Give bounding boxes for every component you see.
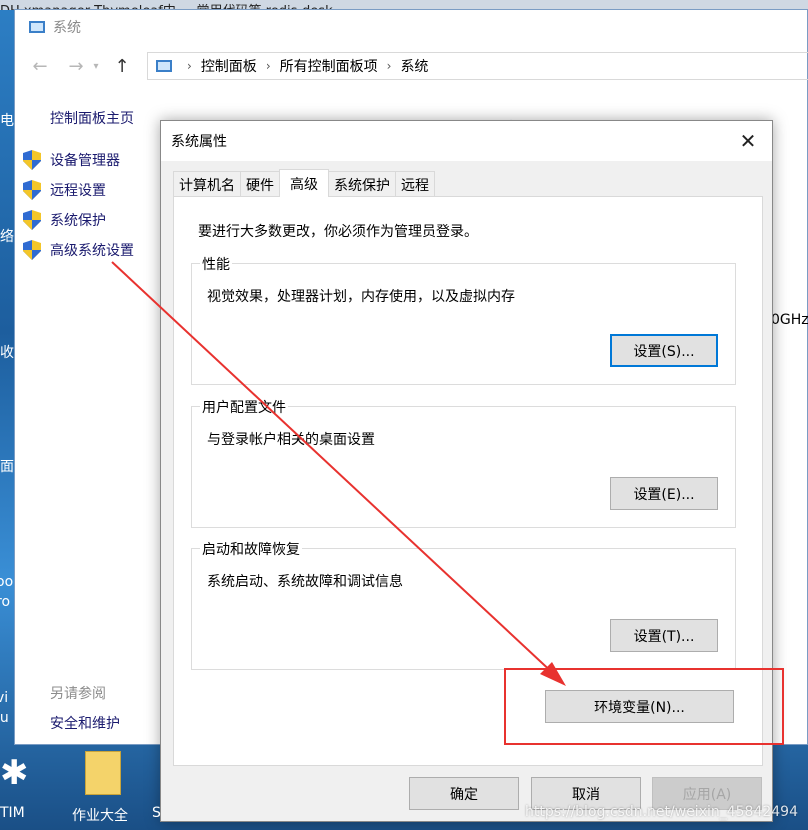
- desktop-label: 收: [0, 345, 14, 361]
- desktop-label: 制面: [0, 459, 14, 475]
- device-manager-link[interactable]: 设备管理器: [23, 150, 120, 170]
- annotation-highlight-box: [504, 668, 784, 745]
- user-profiles-group: 用户配置文件 与登录帐户相关的桌面设置 设置(E)...: [191, 397, 736, 528]
- folder-icon[interactable]: [85, 751, 121, 795]
- desktop-label: 电: [0, 113, 14, 129]
- breadcrumb-item[interactable]: 所有控制面板项: [280, 56, 378, 76]
- remote-settings-link[interactable]: 远程设置: [23, 180, 106, 200]
- shield-icon: [23, 210, 41, 230]
- tab-hardware[interactable]: 硬件: [240, 171, 280, 197]
- link-label: 远程设置: [50, 183, 106, 199]
- forward-arrow-icon[interactable]: →: [65, 56, 87, 77]
- computer-icon: [156, 60, 172, 72]
- admin-notice: 要进行大多数更改，你必须作为管理员登录。: [198, 224, 478, 240]
- security-maintenance-link[interactable]: 安全和维护: [50, 713, 120, 733]
- tab-system-protection[interactable]: 系统保护: [328, 171, 396, 197]
- cpu-speed-fragment: 0GHz: [771, 312, 808, 328]
- group-label: 性能: [200, 254, 232, 274]
- link-label: 系统保护: [50, 213, 106, 229]
- group-label: 启动和故障恢复: [200, 539, 302, 559]
- left-pane: 控制面板主页 设备管理器 远程设置 系统保护 高级系统设置 另请参阅 安全和维护: [15, 90, 165, 746]
- chevron-right-icon: ›: [386, 59, 392, 73]
- close-icon[interactable]: ✕: [736, 129, 760, 153]
- advanced-system-settings-link[interactable]: 高级系统设置: [23, 240, 134, 260]
- chevron-right-icon: ›: [187, 59, 192, 73]
- group-description: 系统启动、系统故障和调试信息: [207, 574, 403, 590]
- startup-recovery-settings-button[interactable]: 设置(T)...: [610, 619, 718, 652]
- system-window-title: 系统: [53, 19, 81, 36]
- tab-strip: 计算机名 硬件 高级 系统保护 远程: [173, 169, 435, 197]
- system-window-titlebar: 系统: [15, 10, 807, 43]
- chevron-down-icon[interactable]: ▾: [91, 61, 101, 72]
- desktop-label: vi: [0, 690, 9, 706]
- desktop-label: iu: [0, 710, 9, 726]
- tab-computer-name[interactable]: 计算机名: [173, 171, 241, 197]
- link-label: 高级系统设置: [50, 243, 134, 259]
- shield-icon: [23, 240, 41, 260]
- see-also-heading: 另请参阅: [50, 686, 106, 702]
- breadcrumb-item[interactable]: 系统: [400, 56, 428, 76]
- startup-recovery-group: 启动和故障恢复 系统启动、系统故障和调试信息 设置(T)...: [191, 539, 736, 670]
- breadcrumb-item[interactable]: 控制面板: [201, 56, 257, 76]
- up-arrow-icon[interactable]: ↑: [111, 56, 133, 77]
- taskbar-label: 作业大全: [72, 808, 128, 824]
- performance-settings-button[interactable]: 设置(S)...: [610, 334, 718, 367]
- user-profiles-settings-button[interactable]: 设置(E)...: [610, 477, 718, 510]
- taskbar-label: S: [152, 805, 161, 821]
- performance-group: 性能 视觉效果，处理器计划，内存使用，以及虚拟内存 设置(S)...: [191, 254, 736, 385]
- tim-label: TIM: [0, 805, 25, 821]
- chevron-right-icon: ›: [265, 59, 271, 73]
- watermark: https://blog.csdn.net/weixin_45842494: [524, 804, 798, 820]
- link-label: 设备管理器: [50, 153, 120, 169]
- control-panel-home-link[interactable]: 控制面板主页: [50, 108, 134, 128]
- back-arrow-icon[interactable]: ←: [29, 56, 51, 77]
- system-protection-link[interactable]: 系统保护: [23, 210, 106, 230]
- dialog-titlebar: 系统属性: [161, 121, 772, 161]
- desktop-label: 网络: [0, 229, 14, 245]
- desktop-label: ro: [0, 594, 11, 610]
- shield-icon: [23, 150, 41, 170]
- dialog-title: 系统属性: [171, 134, 227, 150]
- address-bar[interactable]: › 控制面板 › 所有控制面板项 › 系统: [147, 52, 808, 80]
- computer-icon: [29, 20, 45, 33]
- tim-icon[interactable]: ✱: [0, 753, 29, 793]
- shield-icon: [23, 180, 41, 200]
- tab-remote[interactable]: 远程: [395, 171, 435, 197]
- group-description: 视觉效果，处理器计划，内存使用，以及虚拟内存: [207, 289, 515, 305]
- desktop-label: oo: [0, 574, 14, 590]
- tab-advanced[interactable]: 高级: [279, 169, 329, 197]
- group-label: 用户配置文件: [200, 397, 288, 417]
- group-description: 与登录帐户相关的桌面设置: [207, 432, 375, 448]
